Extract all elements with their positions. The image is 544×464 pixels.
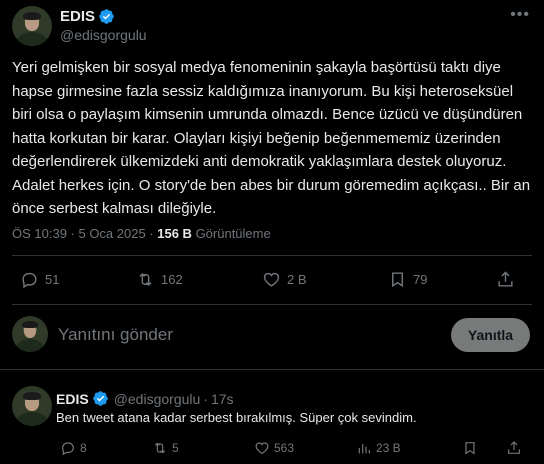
tweet-timestamp[interactable]: ÖS 10:39 · 5 Oca 2025 · [12,226,157,241]
reply-action-button[interactable]: 8 [60,440,87,456]
like-count: 563 [274,441,295,455]
share-icon [498,271,513,287]
reply-tweet-actions: 8 5 563 23 B [56,440,532,460]
retweet-icon [154,442,166,454]
views-count: 23 B [376,441,401,455]
retweet-count: 5 [172,441,179,455]
retweet-icon [139,272,152,287]
bookmark-count: 79 [413,272,428,287]
share-action-button[interactable] [506,440,526,456]
reply-button[interactable]: Yanıtla [451,318,530,352]
reply-input[interactable] [58,322,398,348]
heart-icon [255,442,269,455]
views-action-button[interactable]: 23 B [356,440,401,456]
reply-tweet-text: Ben tweet atana kadar serbest bırakılmış… [56,410,417,425]
like-count: 2 B [287,272,307,287]
bookmark-icon [465,442,475,455]
author-name-row: EDIS [60,8,115,25]
verified-badge-icon [99,9,114,24]
tweet-text: Yeri gelmişken bir sosyal medya fenomeni… [12,59,531,217]
more-horizontal-icon[interactable]: ••• [510,6,530,24]
reply-author-handle[interactable]: @edisgorgulu [114,391,201,407]
retweet-action-button[interactable]: 5 [152,440,179,456]
share-icon [508,441,520,454]
like-action-button[interactable]: 2 B [262,270,307,289]
views-count: 156 B [157,226,192,241]
verified-badge-icon [92,391,108,406]
current-user-avatar[interactable] [12,316,48,352]
bookmark-action-button[interactable] [462,440,482,456]
divider [0,369,544,370]
divider [12,304,532,305]
views-bar-chart-icon [358,444,370,454]
bookmark-action-button[interactable]: 79 [388,270,427,289]
reply-action-button[interactable]: 51 [20,270,59,289]
author-display-name[interactable]: EDIS [60,8,95,25]
reply-author-display-name[interactable]: EDIS [56,391,89,407]
bookmark-icon [392,272,403,288]
author-avatar[interactable] [12,6,52,46]
share-action-button[interactable] [496,270,521,289]
reply-icon [22,272,37,289]
reply-count: 51 [45,272,60,287]
reply-icon [62,442,74,456]
retweet-action-button[interactable]: 162 [136,270,183,289]
reply-time[interactable]: 17s [211,391,234,407]
reply-author-avatar[interactable] [12,386,52,426]
retweet-count: 162 [161,272,183,287]
tweet-actions: 51 162 2 B 79 [12,268,532,292]
author-handle[interactable]: @edisgorgulu [60,27,147,43]
heart-icon [263,272,280,287]
reply-name-row: EDIS @edisgorgulu · 17s [56,390,234,407]
like-action-button[interactable]: 563 [254,440,294,456]
divider [12,255,532,256]
views-label: Görüntüleme [191,226,271,241]
reply-count: 8 [80,441,87,455]
separator-dot: · [203,390,208,407]
tweet-meta: ÖS 10:39 · 5 Oca 2025 · 156 B Görüntülem… [12,226,271,241]
